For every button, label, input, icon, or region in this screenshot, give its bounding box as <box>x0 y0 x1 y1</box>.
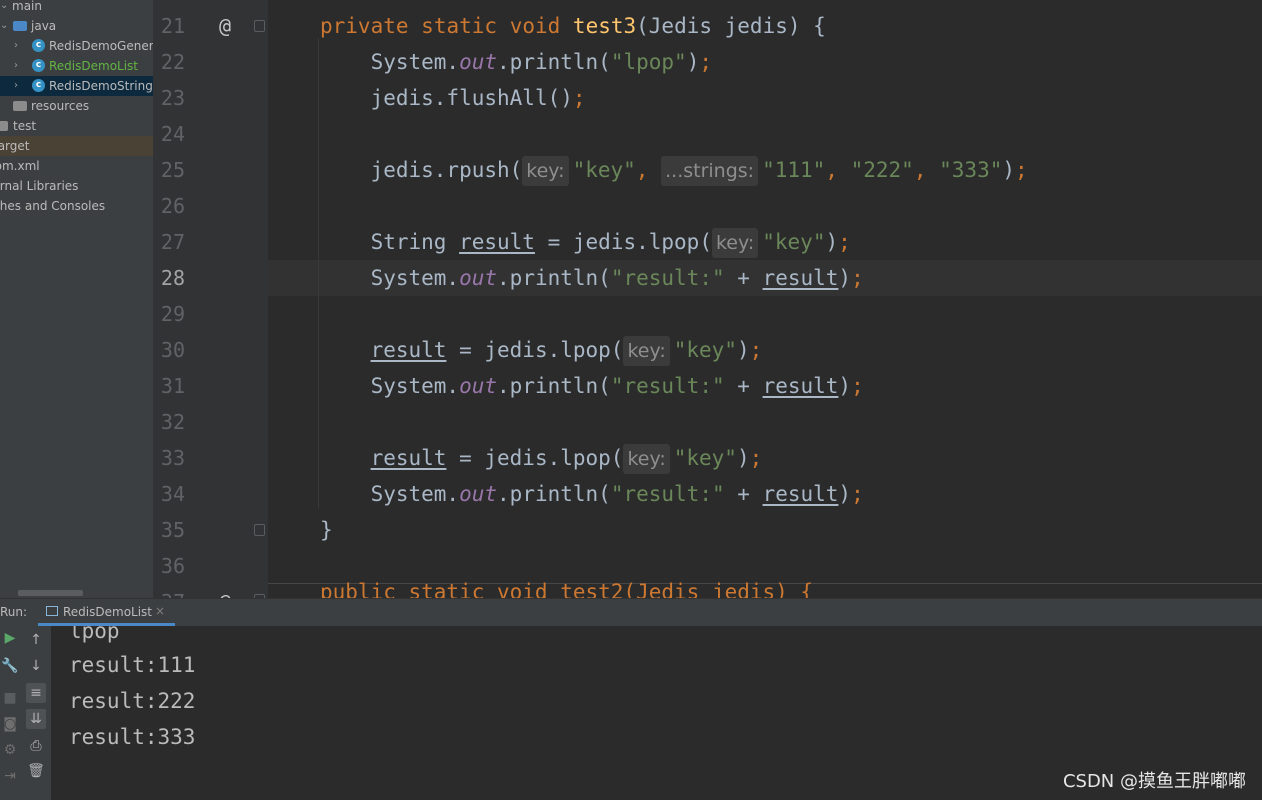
chevron-down-icon[interactable]: ⌄ <box>0 16 8 36</box>
class-icon: c <box>32 79 45 92</box>
editor-gutter: 21 22 23 24 25 26 27 28 29 30 31 32 33 3… <box>153 0 268 614</box>
line-number: 23 <box>160 86 185 110</box>
code-line-30: result = jedis.lpop(key: "key"); <box>320 332 762 368</box>
line-number: 32 <box>160 410 185 434</box>
run-left-toolbar: ▶ 🔧 ■ ◙ ⚙ ⇥ <box>0 626 23 800</box>
scroll-to-end-icon[interactable]: ⇊ <box>26 709 46 729</box>
print-icon[interactable]: ⎙ <box>26 736 46 756</box>
line-number: 21 <box>160 14 185 38</box>
chevron-right-icon[interactable]: › <box>14 36 18 56</box>
run-tab[interactable]: RedisDemoList × <box>38 599 175 626</box>
param-hint: key: <box>623 444 670 474</box>
run-label: Run: <box>0 605 28 619</box>
close-icon[interactable]: × <box>155 604 165 618</box>
run-tool-window-header: Run: RedisDemoList × <box>0 598 1262 626</box>
chevron-right-icon[interactable]: › <box>14 76 18 96</box>
folder-icon <box>13 21 27 31</box>
chevron-down-icon[interactable]: ⌄ <box>0 0 8 16</box>
console-line: lpop <box>69 626 120 643</box>
line-number: 25 <box>160 158 185 182</box>
code-line-35: } <box>320 518 333 542</box>
tree-item-java[interactable]: ⌄ java <box>0 16 153 36</box>
line-number: 33 <box>160 446 185 470</box>
line-number: 36 <box>160 554 185 578</box>
console-icon <box>46 606 58 616</box>
code-line-21: private static void test3(Jedis jedis) { <box>320 14 826 38</box>
line-number: 31 <box>160 374 185 398</box>
param-hint: key: <box>711 228 759 258</box>
param-hint: ...strings: <box>661 156 759 186</box>
watermark: CSDN @摸鱼王胖嘟嘟 <box>1062 771 1246 792</box>
tree-item-redisdemogeneric[interactable]: › c RedisDemoGeneric <box>0 36 153 56</box>
param-hint: key: <box>623 336 670 366</box>
tree-item-target[interactable]: target <box>0 136 153 156</box>
code-line-23: jedis.flushAll(); <box>370 86 586 110</box>
fold-icon[interactable] <box>254 20 265 32</box>
tree-item-main[interactable]: ⌄ main <box>0 0 153 16</box>
line-number: 22 <box>160 50 185 74</box>
line-number: 26 <box>160 194 185 218</box>
indent-guide <box>318 38 319 508</box>
exit-icon[interactable]: ⇥ <box>0 766 20 786</box>
chevron-right-icon[interactable]: › <box>14 56 18 76</box>
soft-wrap-icon[interactable]: ≡ <box>26 683 46 703</box>
code-editor[interactable]: private static void test3(Jedis jedis) {… <box>268 0 1262 598</box>
code-line-27: String result = jedis.lpop(key: "key"); <box>320 224 851 260</box>
code-line-31: System.out.println("result:" + result); <box>370 374 864 398</box>
stop-icon[interactable]: ■ <box>0 688 20 708</box>
tree-item-redisdemolist[interactable]: › c RedisDemoList <box>0 56 153 76</box>
code-line-28: System.out.println("result:" + result); <box>370 266 864 290</box>
project-tool-window: ⌄ main ⌄ java › c RedisDemoGeneric › c R… <box>0 0 153 598</box>
trash-icon[interactable]: 🗑 <box>26 761 46 781</box>
param-hint: key: <box>522 156 569 186</box>
run-console-toolbar: ↑ ↓ ≡ ⇊ ⎙ 🗑 <box>22 626 52 800</box>
code-line-34: System.out.println("result:" + result); <box>370 482 864 506</box>
tree-item-pom[interactable]: pom.xml <box>0 156 153 176</box>
line-number: 35 <box>160 518 185 542</box>
settings-icon[interactable]: ⚙ <box>0 740 20 760</box>
console-line: result:333 <box>69 725 196 749</box>
console-line: result:111 <box>69 653 196 677</box>
arrow-down-icon[interactable]: ↓ <box>26 656 46 676</box>
code-line-37: public static void test2(Jedis jedis) { <box>320 580 814 598</box>
line-number: 27 <box>160 230 185 254</box>
code-line-25: jedis.rpush(key: "key", ...strings: "111",… <box>320 152 1028 188</box>
camera-icon[interactable]: ◙ <box>0 714 20 734</box>
line-number: 30 <box>160 338 185 362</box>
tree-item-scratches[interactable]: Scratches and Consoles <box>0 196 153 216</box>
tree-item-resources[interactable]: resources <box>0 96 153 116</box>
line-number: 24 <box>160 122 185 146</box>
tree-item-test[interactable]: test <box>0 116 153 136</box>
folder-icon <box>13 101 27 111</box>
code-line-22: System.out.println("lpop"); <box>370 50 712 74</box>
line-number-current: 28 <box>160 266 185 290</box>
line-number: 34 <box>160 482 185 506</box>
line-number: 29 <box>160 302 185 326</box>
class-icon: c <box>32 59 45 72</box>
folder-icon <box>0 121 8 131</box>
arrow-up-icon[interactable]: ↑ <box>26 630 46 650</box>
console-line: result:222 <box>69 689 196 713</box>
rerun-icon[interactable]: ▶ <box>0 628 20 648</box>
fold-icon[interactable] <box>254 524 265 536</box>
class-icon: c <box>32 39 45 52</box>
tree-item-external-libraries[interactable]: External Libraries <box>0 176 153 196</box>
wrench-icon[interactable]: 🔧 <box>0 656 20 676</box>
tree-item-redisdemostring[interactable]: › c RedisDemoString <box>0 76 153 96</box>
code-line-33: result = jedis.lpop(key: "key"); <box>320 440 762 476</box>
override-marker-icon[interactable]: @ <box>219 8 231 44</box>
horizontal-scrollbar[interactable] <box>18 590 83 596</box>
